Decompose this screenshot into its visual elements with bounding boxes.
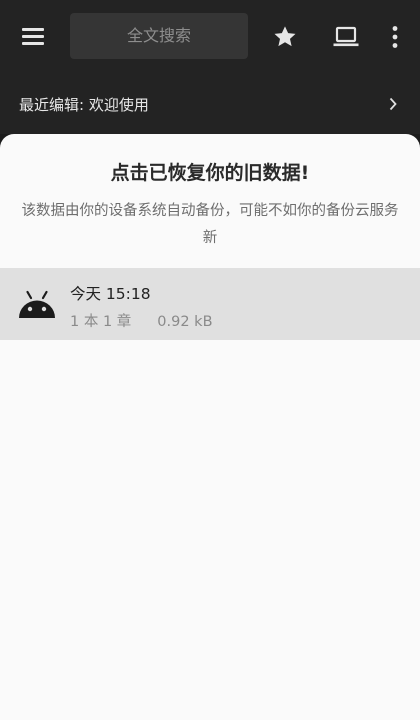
recent-edit-row[interactable]: 最近编辑: 欢迎使用 [0, 74, 420, 134]
android-icon [19, 290, 55, 318]
backup-item-meta: 1 本 1 章 0.92 kB [70, 310, 213, 331]
hamburger-menu-icon [22, 28, 44, 31]
laptop-icon [333, 26, 359, 47]
laptop-button[interactable] [326, 20, 366, 54]
backup-item-title: 今天 15:18 [70, 285, 151, 303]
chevron-right-icon [389, 97, 397, 111]
sheet-description: 该数据由你的设备系统自动备份，可能不如你的备份云服务新 [21, 203, 399, 246]
more-vertical-icon [392, 26, 398, 48]
top-toolbar: 全文搜索 [0, 0, 420, 74]
backup-list-item[interactable]: 今天 15:18 1 本 1 章 0.92 kB [0, 268, 420, 340]
search-input[interactable]: 全文搜索 [70, 13, 248, 59]
menu-button[interactable] [12, 20, 54, 52]
favorite-button[interactable] [266, 20, 304, 54]
star-icon [274, 26, 296, 47]
backup-item-size: 0.92 kB [157, 314, 213, 330]
restore-bottom-sheet: 点击已恢复你的旧数据! 该数据由你的设备系统自动备份，可能不如你的备份云服务新 … [0, 134, 420, 720]
more-options-button[interactable] [380, 20, 410, 54]
recent-edit-label: 最近编辑: 欢迎使用 [19, 96, 149, 114]
sheet-title: 点击已恢复你的旧数据! [110, 162, 310, 184]
backup-item-count: 1 本 1 章 [70, 314, 132, 330]
